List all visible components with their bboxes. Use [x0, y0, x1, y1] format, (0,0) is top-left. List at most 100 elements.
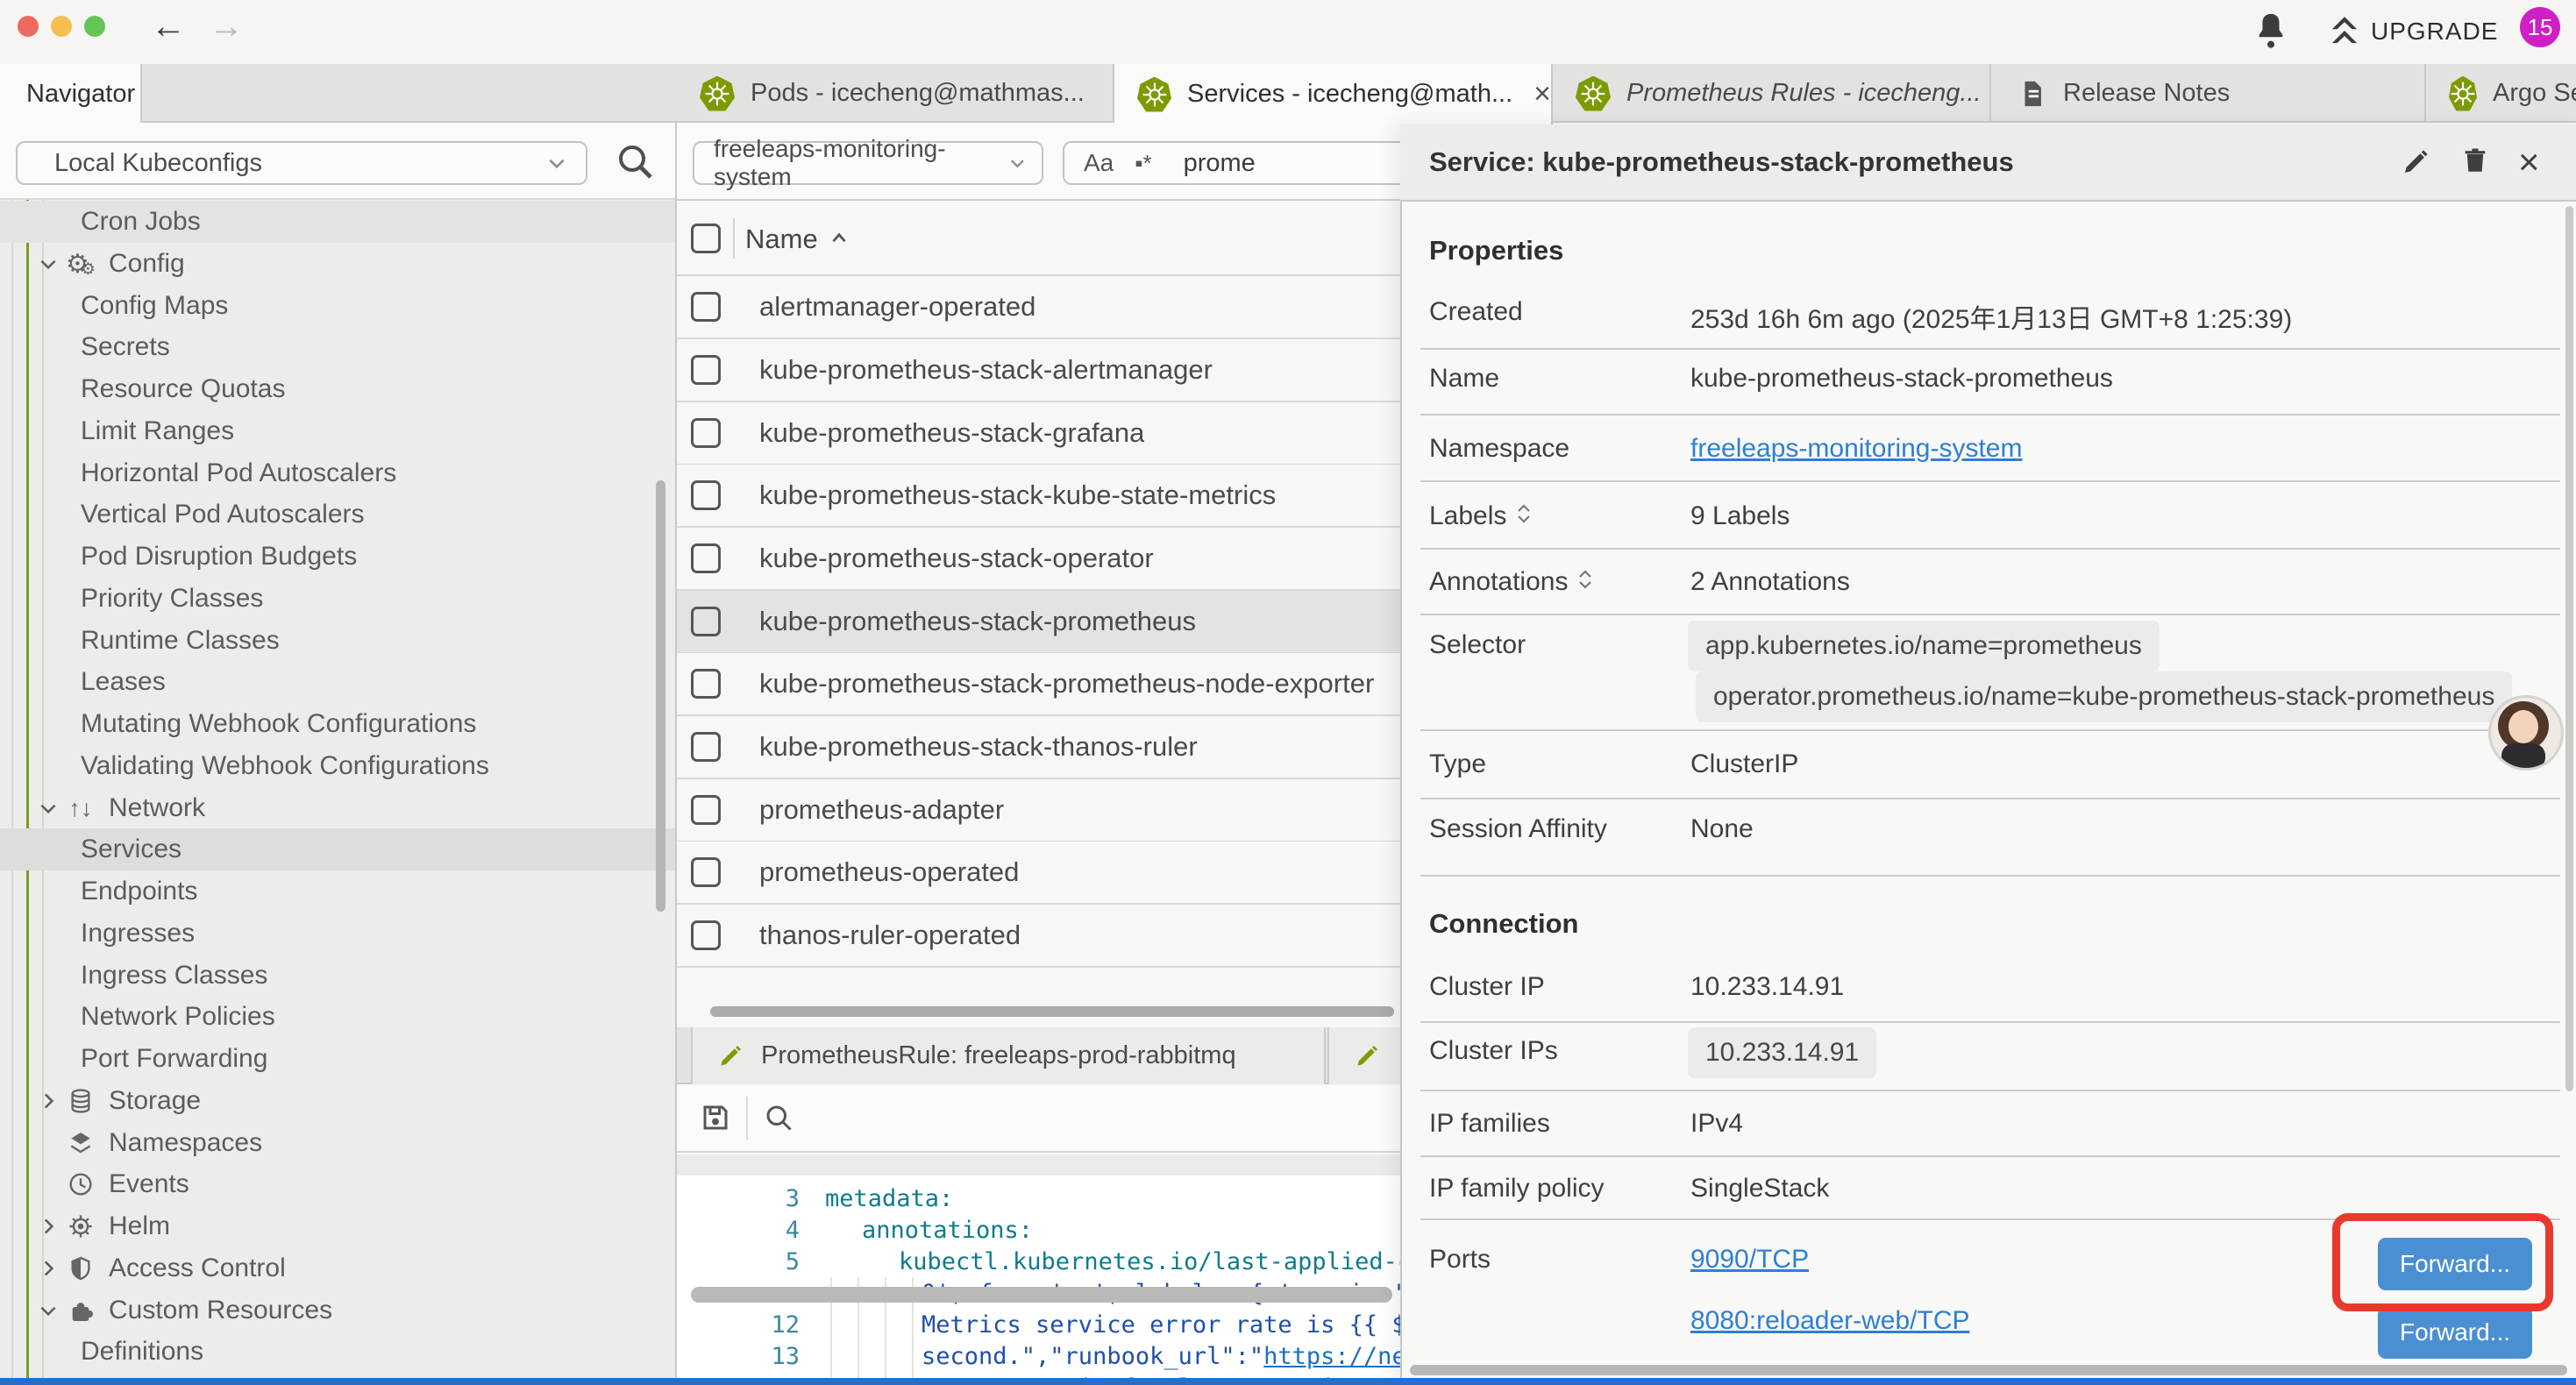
- sidebar-item-ingress-classes[interactable]: Ingress Classes: [0, 955, 675, 997]
- sidebar-group-config[interactable]: ⚙⚙ Config: [0, 243, 675, 285]
- sidebar-item-mutating-webhook-configurations[interactable]: Mutating Webhook Configurations: [0, 703, 675, 745]
- labels-label[interactable]: Labels: [1429, 501, 1533, 532]
- sidebar-item-cron-jobs[interactable]: Cron Jobs: [0, 201, 675, 243]
- sidebar-item-network-policies[interactable]: Network Policies: [0, 996, 675, 1038]
- sidebar-item-port-forwarding[interactable]: Port Forwarding: [0, 1038, 675, 1080]
- row-checkbox[interactable]: [691, 480, 721, 510]
- sidebar-item-horizontal-pod-autoscalers[interactable]: Horizontal Pod Autoscalers: [0, 452, 675, 494]
- tab-release-notes[interactable]: Release Notes: [1991, 64, 2426, 123]
- search-icon[interactable]: [763, 1102, 794, 1138]
- sidebar-group-access-control[interactable]: Access Control: [0, 1247, 675, 1289]
- table-row[interactable]: kube-prometheus-stack-alertmanager: [677, 339, 1400, 402]
- sidebar-group-helm[interactable]: Helm: [0, 1205, 675, 1247]
- chevron-right-icon[interactable]: [33, 1215, 63, 1238]
- name-column-header[interactable]: Name: [745, 224, 818, 255]
- bell-icon[interactable]: [2252, 11, 2290, 57]
- regex-toggle[interactable]: ▪*: [1135, 150, 1151, 177]
- chevron-right-icon[interactable]: [33, 1090, 63, 1112]
- tab-prometheus-rules[interactable]: Prometheus Rules - icecheng...: [1553, 64, 1991, 123]
- table-row[interactable]: alertmanager-operated: [677, 276, 1400, 339]
- match-case-toggle[interactable]: Aa: [1084, 149, 1114, 177]
- table-row[interactable]: prometheus-operated: [677, 842, 1400, 905]
- port-link-9090[interactable]: 9090/TCP: [1690, 1245, 1809, 1275]
- navigator-scrollbar[interactable]: [656, 480, 665, 912]
- sidebar-item-config-maps[interactable]: Config Maps: [0, 285, 675, 327]
- sidebar-group-custom-resources[interactable]: Custom Resources: [0, 1289, 675, 1332]
- table-row[interactable]: kube-prometheus-stack-grafana: [677, 402, 1400, 465]
- sidebar-item-priority-classes[interactable]: Priority Classes: [0, 578, 675, 620]
- sidebar-item-limit-ranges[interactable]: Limit Ranges: [0, 410, 675, 452]
- sidebar-group-network[interactable]: ↑↓ Network: [0, 787, 675, 829]
- namespace-select[interactable]: freeleaps-monitoring-system: [693, 141, 1043, 185]
- editor-tab-prometheusrule[interactable]: PrometheusRule: freeleaps-prod-rabbitmq: [691, 1027, 1326, 1084]
- table-row[interactable]: kube-prometheus-stack-prometheus-node-ex…: [677, 653, 1400, 716]
- sidebar-item-definitions[interactable]: Definitions: [0, 1331, 675, 1373]
- namespace-link[interactable]: freeleaps-monitoring-system: [1690, 434, 2022, 464]
- table-row[interactable]: kube-prometheus-stack-kube-state-metrics: [677, 465, 1400, 528]
- editor-horizontal-scrollbar[interactable]: [691, 1287, 1392, 1303]
- annotations-label[interactable]: Annotations: [1429, 567, 1594, 598]
- table-horizontal-scrollbar[interactable]: [710, 1006, 1394, 1017]
- row-checkbox[interactable]: [691, 857, 721, 887]
- details-horizontal-scrollbar[interactable]: [1410, 1365, 2567, 1375]
- sidebar-item-validating-webhook-configurations[interactable]: Validating Webhook Configurations: [0, 745, 675, 787]
- row-checkbox[interactable]: [691, 292, 721, 322]
- table-row-selected[interactable]: kube-prometheus-stack-prometheus: [677, 591, 1400, 654]
- save-icon[interactable]: [700, 1102, 731, 1138]
- search-input[interactable]: Aa ▪* prome: [1063, 141, 1431, 185]
- sidebar-item-endpoints[interactable]: Endpoints: [0, 870, 675, 913]
- chevron-down-icon[interactable]: [33, 252, 63, 275]
- navigator-panel-tab[interactable]: Navigator: [0, 64, 142, 124]
- row-checkbox[interactable]: [691, 669, 721, 699]
- chevron-right-icon[interactable]: [33, 1257, 63, 1280]
- table-row[interactable]: kube-prometheus-stack-thanos-ruler: [677, 716, 1400, 779]
- row-checkbox[interactable]: [691, 543, 721, 573]
- sidebar-item-vertical-pod-autoscalers[interactable]: Vertical Pod Autoscalers: [0, 494, 675, 536]
- close-icon[interactable]: ×: [1534, 77, 1551, 111]
- row-checkbox[interactable]: [691, 732, 721, 762]
- forward-button-8080[interactable]: Forward...: [2378, 1306, 2532, 1359]
- code-link[interactable]: https://net: [1263, 1343, 1400, 1370]
- select-all-checkbox[interactable]: [691, 224, 721, 253]
- forward-button[interactable]: →: [209, 9, 244, 44]
- row-checkbox[interactable]: [691, 418, 721, 448]
- details-vertical-scrollbar[interactable]: [2565, 206, 2573, 1091]
- row-checkbox[interactable]: [691, 795, 721, 825]
- sidebar-item-ingresses[interactable]: Ingresses: [0, 913, 675, 955]
- row-checkbox[interactable]: [691, 920, 721, 950]
- table-row[interactable]: thanos-ruler-operated: [677, 905, 1400, 968]
- port-link-8080[interactable]: 8080:reloader-web/TCP: [1690, 1306, 1970, 1336]
- sidebar-item-services[interactable]: Services: [0, 828, 675, 870]
- upgrade-icon[interactable]: [2325, 11, 2364, 55]
- notification-badge[interactable]: 15: [2520, 7, 2560, 47]
- edit-pencil-icon[interactable]: [2401, 147, 2430, 181]
- search-icon[interactable]: [614, 140, 656, 187]
- zoom-window-button[interactable]: [84, 16, 105, 37]
- table-row[interactable]: kube-prometheus-stack-operator: [677, 528, 1400, 591]
- chevron-down-icon[interactable]: [33, 797, 63, 820]
- back-button[interactable]: ←: [151, 9, 186, 44]
- trash-icon[interactable]: [2460, 146, 2490, 180]
- kubeconfig-select[interactable]: Local Kubeconfigs: [16, 141, 587, 185]
- chevron-down-icon[interactable]: [33, 1299, 63, 1322]
- table-row[interactable]: prometheus-adapter: [677, 779, 1400, 842]
- row-checkbox[interactable]: [691, 607, 721, 636]
- tab-services[interactable]: Services - icecheng@math... ×: [1114, 64, 1553, 124]
- close-icon[interactable]: ×: [2518, 146, 2540, 179]
- tab-argo[interactable]: Argo Se: [2426, 64, 2576, 123]
- sidebar-item-resource-quotas[interactable]: Resource Quotas: [0, 368, 675, 410]
- upgrade-label[interactable]: UPGRADE: [2371, 18, 2498, 46]
- avatar[interactable]: [2488, 695, 2564, 771]
- tab-pods[interactable]: Pods - icecheng@mathmas...: [677, 64, 1114, 123]
- sidebar-item-secrets[interactable]: Secrets: [0, 326, 675, 368]
- sidebar-item-runtime-classes[interactable]: Runtime Classes: [0, 620, 675, 662]
- row-checkbox[interactable]: [691, 355, 721, 385]
- sidebar-group-storage[interactable]: Storage: [0, 1080, 675, 1122]
- close-window-button[interactable]: [18, 16, 39, 37]
- sidebar-item-namespaces[interactable]: Namespaces: [0, 1122, 675, 1164]
- sidebar-item-events[interactable]: Events: [0, 1163, 675, 1205]
- expand-collapse-icon[interactable]: [1515, 502, 1533, 532]
- editor-tab-secondary[interactable]: [1327, 1027, 1400, 1084]
- sidebar-item-leases[interactable]: Leases: [0, 661, 675, 703]
- expand-collapse-icon[interactable]: [1576, 568, 1594, 598]
